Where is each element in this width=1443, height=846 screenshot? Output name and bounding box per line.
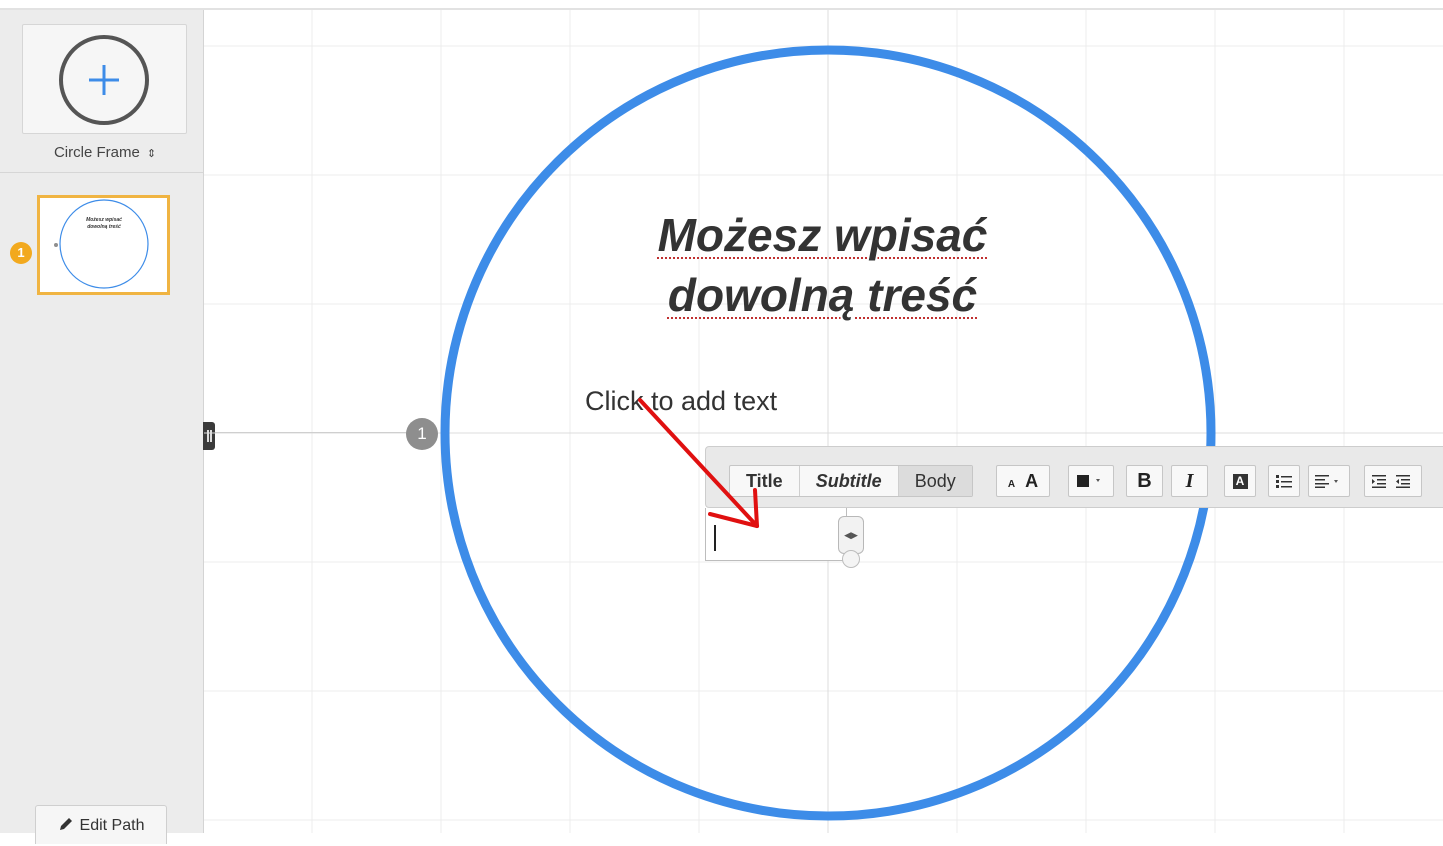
highlight-icon: A [1232, 474, 1248, 489]
indent-group [1364, 465, 1422, 497]
style-body-button[interactable]: Body [898, 466, 972, 496]
style-subtitle-button[interactable]: Subtitle [800, 466, 899, 496]
frame-title[interactable]: Możesz wpisać dowolną treść [560, 205, 1085, 325]
edit-path-button[interactable]: Edit Path [35, 805, 167, 844]
frame-type-select[interactable]: Circle Frame ⇕ [0, 144, 210, 161]
canvas-grid [204, 10, 1443, 833]
textbox-resize-handle[interactable]: ◀▶ [838, 516, 864, 554]
edit-path-label: Edit Path [79, 817, 145, 834]
sidebar-divider [0, 172, 203, 173]
style-title-button[interactable]: Title [730, 466, 800, 496]
bullet-list-button[interactable] [1268, 465, 1300, 497]
text-format-toolbar: Title Subtitle Body AA B I A [705, 446, 1443, 508]
plus-circle-icon [59, 35, 149, 125]
thumbnail-title-line2: dowolną treść [87, 224, 121, 230]
frame-type-label: Circle Frame [53, 144, 140, 161]
sidebar: Circle Frame ⇕ 1 Możesz wpisać dowolną tr… [0, 10, 204, 844]
textbox-resize-knob[interactable] [842, 550, 860, 568]
thumbnail-preview: Możesz wpisać dowolną treść [54, 199, 149, 289]
bold-button[interactable]: B [1126, 465, 1163, 497]
highlight-button[interactable]: A [1224, 465, 1256, 497]
decrease-font-button[interactable]: A [1008, 479, 1015, 490]
path-point-marker[interactable]: 1 [406, 418, 438, 450]
align-dropdown[interactable] [1308, 465, 1350, 497]
color-picker-icon [1077, 474, 1100, 487]
color-picker-button[interactable] [1068, 465, 1114, 497]
indent-decrease-icon[interactable] [1372, 474, 1390, 488]
indent-increase-icon[interactable] [1396, 474, 1414, 488]
slide-number-badge: 1 [10, 242, 32, 264]
updown-caret-icon: ⇕ [146, 148, 157, 160]
bullet-list-icon [1276, 474, 1292, 488]
italic-button[interactable]: I [1171, 465, 1208, 497]
frame-title-line1: Możesz wpisać [657, 209, 988, 261]
align-icon [1315, 474, 1338, 488]
path-line [215, 432, 410, 433]
text-cursor [714, 525, 716, 551]
thumbnail-title-line1: Możesz wpisać [86, 217, 122, 223]
canvas[interactable] [204, 10, 1443, 833]
text-style-group: Title Subtitle Body [729, 465, 973, 497]
font-size-group: AA [996, 465, 1050, 497]
add-frame-button[interactable] [22, 24, 187, 134]
increase-font-button[interactable]: A [1025, 471, 1038, 491]
pencil-icon [59, 818, 72, 830]
add-text-placeholder[interactable]: Click to add text [585, 386, 777, 417]
slide-thumbnail[interactable]: Możesz wpisać dowolną treść [37, 195, 170, 295]
text-input-box[interactable] [705, 508, 847, 561]
frame-title-line2: dowolną treść [667, 269, 978, 321]
